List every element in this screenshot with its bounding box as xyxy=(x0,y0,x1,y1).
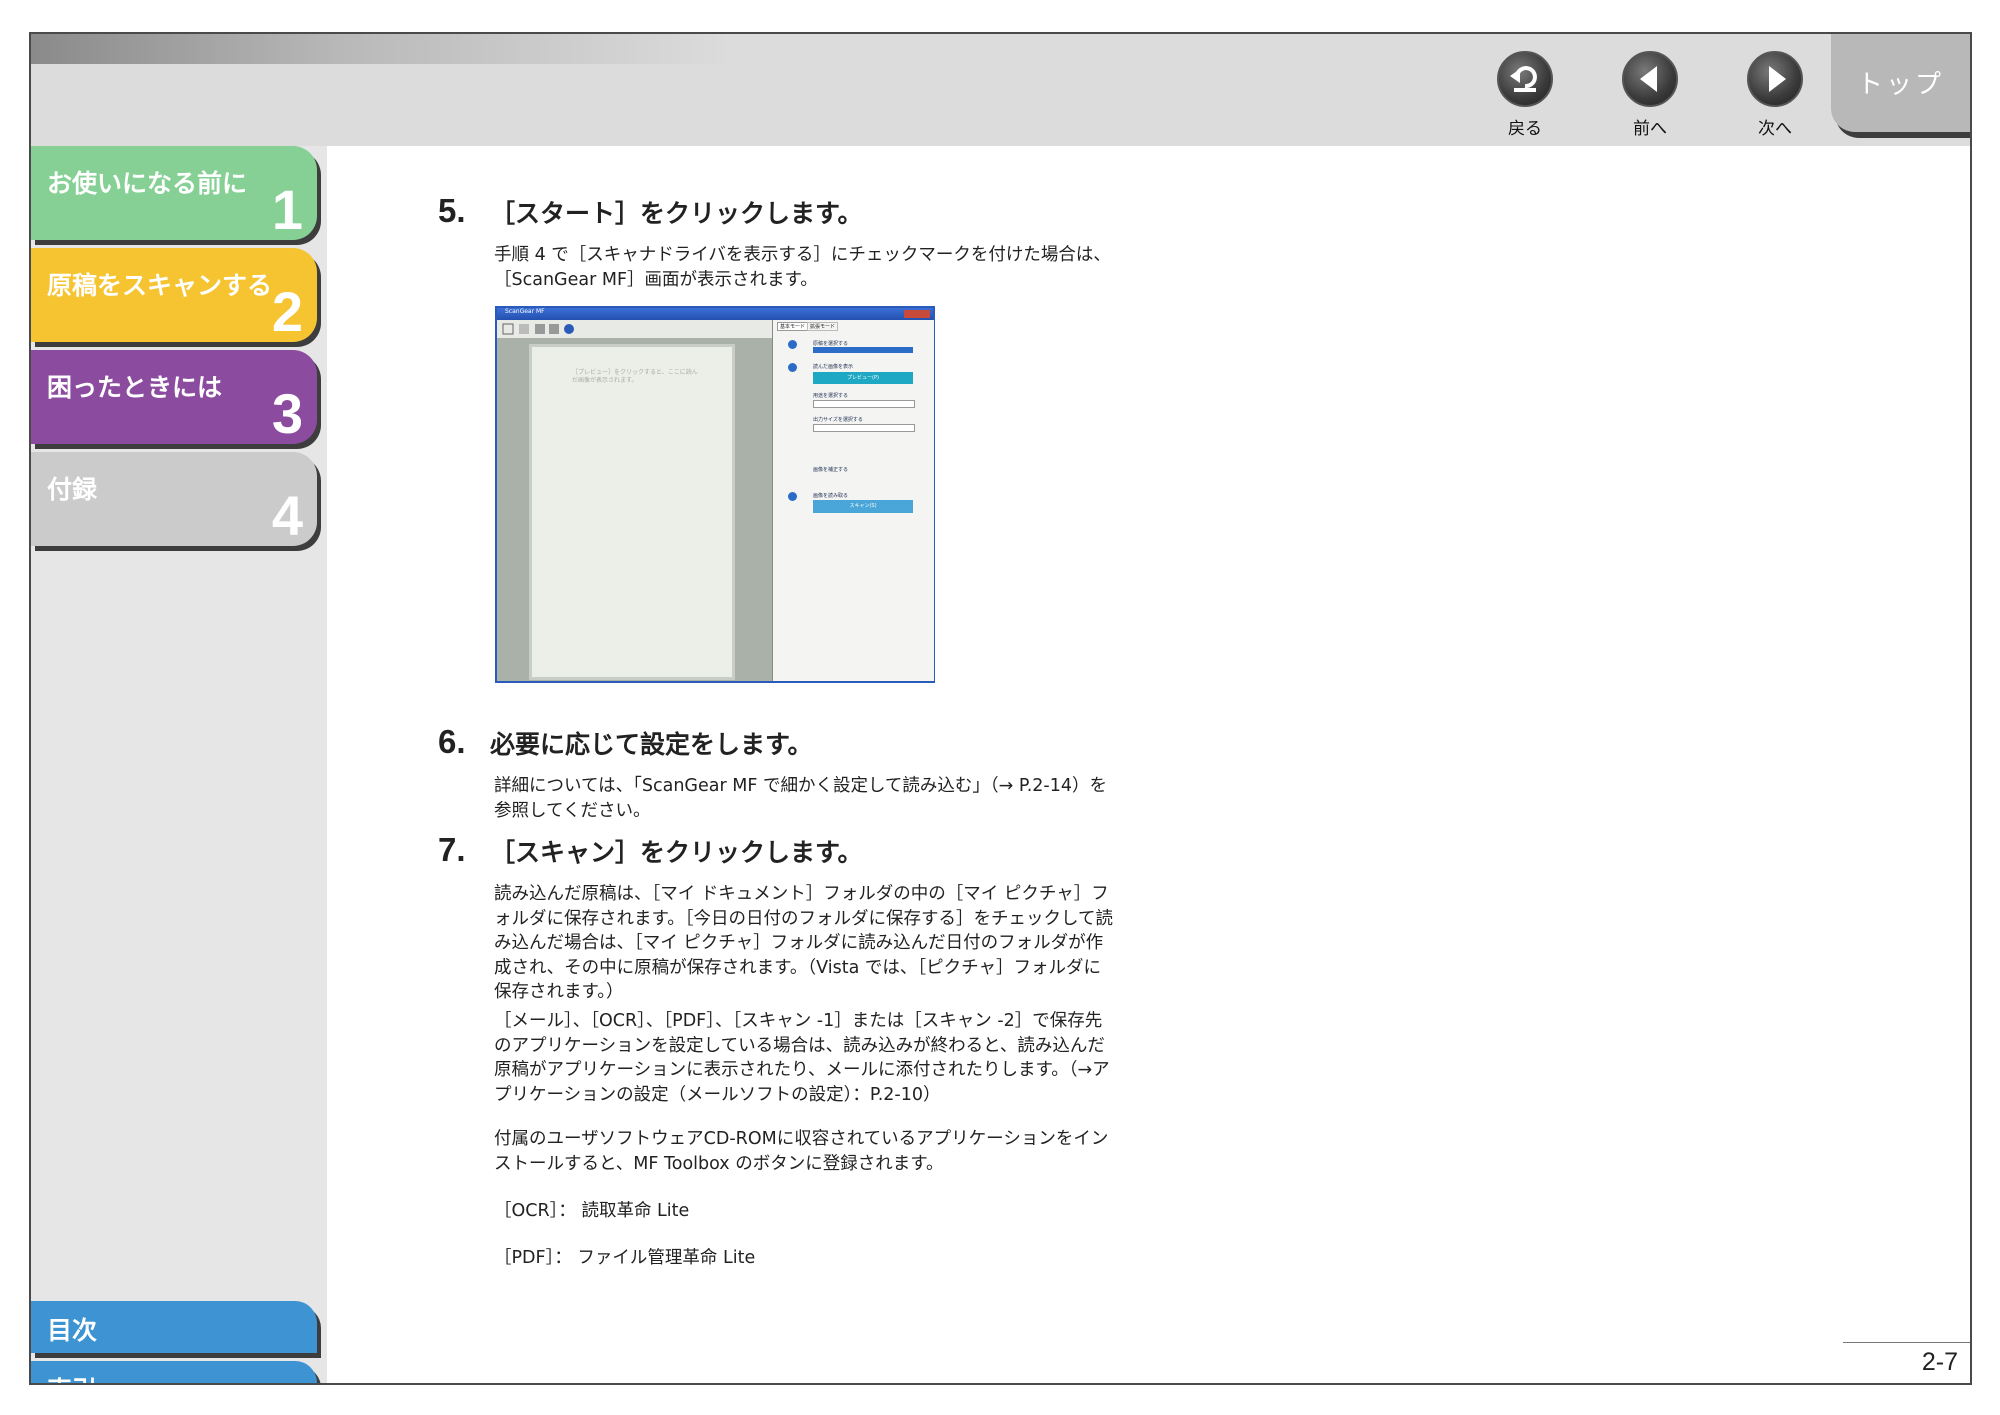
screenshot-section6: 画像を読み取る xyxy=(813,493,849,499)
index-label: 索引 xyxy=(47,1371,97,1383)
screenshot-select1 xyxy=(813,347,913,353)
screenshot-section5: 画像を補正する xyxy=(813,467,849,473)
prev-icon xyxy=(1622,51,1678,107)
header-bar: 戻る 前へ 次へ トップ xyxy=(31,34,1970,146)
chapter-1-title: お使いになる前に xyxy=(47,169,248,198)
step-6-number: 6. xyxy=(438,723,466,760)
back-icon xyxy=(1497,51,1553,107)
scangear-screenshot: ScanGear MF ［プレビュー］をクリックすると、ここに読んだ画像が表示さ… xyxy=(495,306,935,683)
screenshot-tab-basic: 基本モード xyxy=(777,322,809,331)
chapter-4-number: 4 xyxy=(271,484,303,547)
chapter-2-tab[interactable]: 原稿をスキャンする 2 xyxy=(31,248,317,343)
step-6-heading: 6. 必要に応じて設定をします。 xyxy=(438,723,813,761)
back-label: 戻る xyxy=(1508,119,1542,139)
step-7-paragraph-2: ［メール］、［OCR］、［PDF］、［スキャン -1］または［スキャン -2］で… xyxy=(494,1011,1110,1105)
screenshot-scan-button: スキャン(S) xyxy=(813,500,913,513)
chapter-3-number: 3 xyxy=(271,382,303,445)
index-button[interactable]: 索引 xyxy=(31,1361,317,1383)
prev-button[interactable]: 前へ xyxy=(1610,51,1690,139)
chapter-2-number: 2 xyxy=(271,280,303,343)
screenshot-titlebar: ScanGear MF xyxy=(497,308,933,320)
step-5-title: ［スタート］をクリックします。 xyxy=(490,199,863,228)
chapter-3-tab[interactable]: 困ったときには 3 xyxy=(31,350,317,445)
step-5-text: 手順 4 で［スキャナドライバを表示する］にチェックマークを付けた場合は、［Sc… xyxy=(494,245,1111,290)
back-button[interactable]: 戻る xyxy=(1485,51,1565,139)
screenshot-select4 xyxy=(813,424,915,432)
page-frame: 戻る 前へ 次へ トップ お使いになる前に 1 原稿をスキャンする 2 困ったと… xyxy=(29,32,1972,1385)
screenshot-step2-icon xyxy=(788,363,797,372)
screenshot-step1-icon xyxy=(788,340,797,349)
sidebar: お使いになる前に 1 原稿をスキャンする 2 困ったときには 3 付録 4 目次… xyxy=(31,146,327,1383)
screenshot-window-controls xyxy=(904,310,930,318)
chapter-3-title: 困ったときには xyxy=(47,373,223,402)
screenshot-section4: 出力サイズを選択する xyxy=(813,417,863,423)
next-button[interactable]: 次へ xyxy=(1735,51,1815,139)
screenshot-tab-advanced: 拡張モード xyxy=(807,322,839,331)
prev-label: 前へ xyxy=(1633,119,1667,139)
step-7-paragraph-3: 付属のユーザソフトウェアCD-ROMに収容されているアプリケーションをインストー… xyxy=(494,1129,1109,1174)
screenshot-select3 xyxy=(813,400,915,408)
step-5-number: 5. xyxy=(438,192,466,229)
screenshot-preview-hint: ［プレビュー］をクリックすると、ここに読んだ画像が表示されます。 xyxy=(572,369,698,384)
toc-button[interactable]: 目次 xyxy=(31,1301,317,1353)
screenshot-section3: 用途を選択する xyxy=(813,393,849,399)
screenshot-step3-icon xyxy=(788,492,797,501)
step-7-paragraph-1: 読み込んだ原稿は、［マイ ドキュメント］フォルダの中の［マイ ピクチャ］フォルダ… xyxy=(494,884,1113,1002)
toc-label: 目次 xyxy=(47,1316,98,1345)
ocr-app-line: ［OCR］： 読取革命 Lite xyxy=(494,1201,690,1221)
screenshot-preview-button: プレビュー(P) xyxy=(813,372,913,384)
chapter-2-title: 原稿をスキャンする xyxy=(47,271,273,300)
page-number-rule xyxy=(1843,1342,1970,1343)
chapter-4-title: 付録 xyxy=(47,475,98,504)
chapter-1-number: 1 xyxy=(271,178,303,241)
top-button[interactable]: トップ xyxy=(1831,34,1970,132)
chapter-1-tab[interactable]: お使いになる前に 1 xyxy=(31,146,317,241)
chapter-4-tab[interactable]: 付録 4 xyxy=(31,452,317,547)
next-icon xyxy=(1747,51,1803,107)
screenshot-section2: 読んだ画像を表示 xyxy=(813,364,854,370)
step-7-heading: 7. ［スキャン］をクリックします。 xyxy=(438,831,863,869)
screenshot-section1: 原稿を選択する xyxy=(813,341,849,347)
next-label: 次へ xyxy=(1758,119,1792,139)
step-6-title: 必要に応じて設定をします。 xyxy=(490,730,813,759)
page-number: 2-7 xyxy=(1921,1348,1958,1376)
step-7-title: ［スキャン］をクリックします。 xyxy=(490,838,863,867)
screenshot-preview-area: ［プレビュー］をクリックすると、ここに読んだ画像が表示されます。 xyxy=(529,344,735,680)
screenshot-toolbar-icons xyxy=(502,323,574,335)
step-7-number: 7. xyxy=(438,831,466,868)
step-5-heading: 5. ［スタート］をクリックします。 xyxy=(438,192,863,230)
screenshot-settings-panel: 基本モード 拡張モード 原稿を選択する 読んだ画像を表示 プレビュー(P) 用途… xyxy=(772,320,934,681)
screenshot-title: ScanGear MF xyxy=(505,308,545,315)
step-6-text: 詳細については、「ScanGear MF で細かく設定して読み込む」（→ P.2… xyxy=(494,776,1108,821)
screenshot-toolbar xyxy=(497,320,772,338)
pdf-app-line: ［PDF］： ファイル管理革命 Lite xyxy=(494,1248,756,1268)
header-gradient xyxy=(31,34,731,64)
